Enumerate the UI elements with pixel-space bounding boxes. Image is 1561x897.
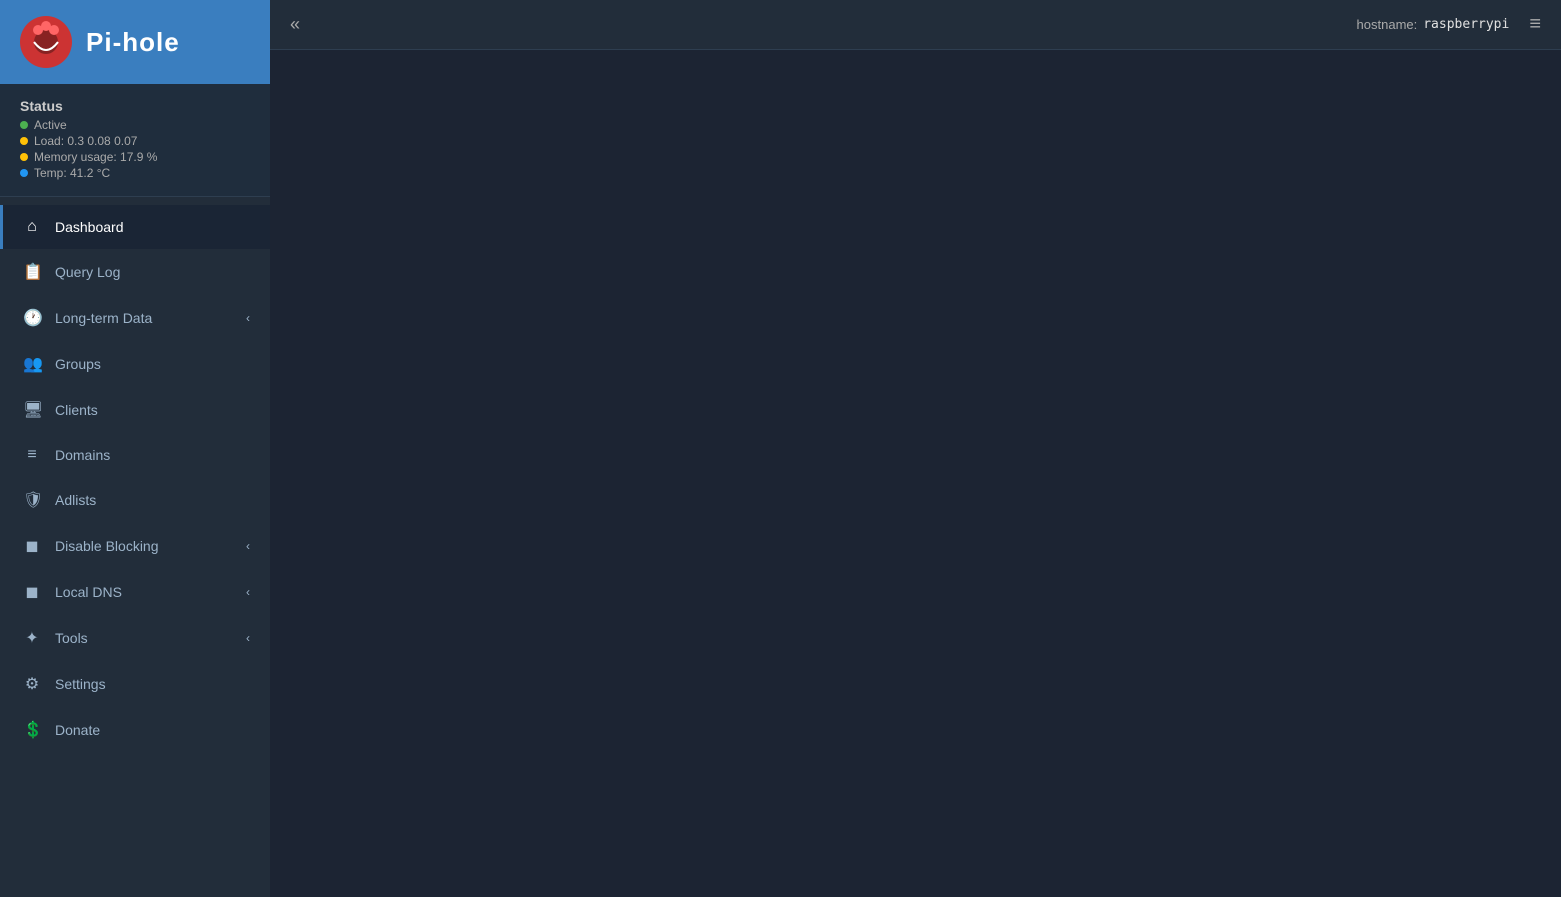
adlists-icon: 🛡 [23,490,41,510]
sidebar-item-adlists[interactable]: 🛡 Adlists [0,477,270,523]
sidebar-item-local-dns[interactable]: ◼ Local DNS ‹ [0,569,270,615]
load-label: Load: 0.3 0.08 0.07 [34,134,137,148]
settings-icon: ⚙ [23,674,41,694]
active-label: Active [34,118,67,132]
chevron-icon-local-dns: ‹ [246,585,250,599]
hostname-value: raspberrypi [1423,17,1509,32]
long-term-icon: 🕐 [23,308,41,328]
sidebar-item-label-groups: Groups [55,356,250,372]
query-log-icon: 📋 [23,262,41,282]
hostname-label: hostname: [1357,17,1418,32]
sidebar-item-disable-blocking[interactable]: ◼ Disable Blocking ‹ [0,523,270,569]
sidebar-item-label-domains: Domains [55,447,250,463]
chevron-icon-disable-blocking: ‹ [246,539,250,553]
charts-area [270,66,1561,94]
active-indicator [20,121,28,129]
main-content: « hostname: raspberrypi ≡ [270,0,1561,897]
sidebar-item-domains[interactable]: ≡ Domains [0,433,270,477]
sidebar-item-label-tools: Tools [55,630,232,646]
sidebar-item-tools[interactable]: ✦ Tools ‹ [0,615,270,661]
donate-icon: 💲 [23,720,41,740]
sidebar-item-long-term[interactable]: 🕐 Long-term Data ‹ [0,295,270,341]
sidebar-item-label-dashboard: Dashboard [55,219,250,235]
collapse-button[interactable]: « [290,14,300,35]
temp-label: Temp: 41.2 °C [34,166,110,180]
groups-icon: 👥 [23,354,41,374]
sidebar-item-label-long-term: Long-term Data [55,310,232,326]
sidebar-title: Pi-hole [86,27,180,58]
chevron-icon-tools: ‹ [246,631,250,645]
sidebar-item-label-donate: Donate [55,722,250,738]
sidebar-item-label-disable-blocking: Disable Blocking [55,538,232,554]
hamburger-menu-button[interactable]: ≡ [1529,13,1541,36]
sidebar-item-clients[interactable]: 🖥 Clients [0,387,270,433]
tools-icon: ✦ [23,628,41,648]
sidebar-item-groups[interactable]: 👥 Groups [0,341,270,387]
sidebar-item-label-adlists: Adlists [55,492,250,508]
dashboard-icon: ⌂ [23,218,41,236]
sidebar-item-dashboard[interactable]: ⌂ Dashboard [0,205,270,249]
sidebar-item-query-log[interactable]: 📋 Query Log [0,249,270,295]
pihole-logo [20,16,72,68]
memory-label: Memory usage: 17.9 % [34,150,157,164]
status-block: Status Active Load: 0.3 0.08 0.07 Memory… [0,84,270,197]
chevron-icon-long-term: ‹ [246,311,250,325]
status-title: Status [20,98,250,114]
sidebar-item-settings[interactable]: ⚙ Settings [0,661,270,707]
sidebar-item-label-local-dns: Local DNS [55,584,232,600]
disable-blocking-icon: ◼ [23,536,41,556]
stats-row [270,50,1561,66]
sidebar-item-label-clients: Clients [55,402,250,418]
topbar: « hostname: raspberrypi ≡ [270,0,1561,50]
nav-menu: ⌂ Dashboard 📋 Query Log 🕐 Long-term Data ‹ 👥 Gro… [0,197,270,897]
sidebar: Pi-hole Status Active Load: 0.3 0.08 0.0… [0,0,270,897]
local-dns-icon: ◼ [23,582,41,602]
memory-indicator [20,153,28,161]
sidebar-item-donate[interactable]: 💲 Donate [0,707,270,753]
temp-indicator [20,169,28,177]
sidebar-item-label-settings: Settings [55,676,250,692]
clients-icon: 🖥 [23,400,41,420]
domains-icon: ≡ [23,446,41,464]
sidebar-header: Pi-hole [0,0,270,84]
hostname-area: hostname: raspberrypi [1357,17,1510,32]
load-indicator [20,137,28,145]
sidebar-item-label-query-log: Query Log [55,264,250,280]
